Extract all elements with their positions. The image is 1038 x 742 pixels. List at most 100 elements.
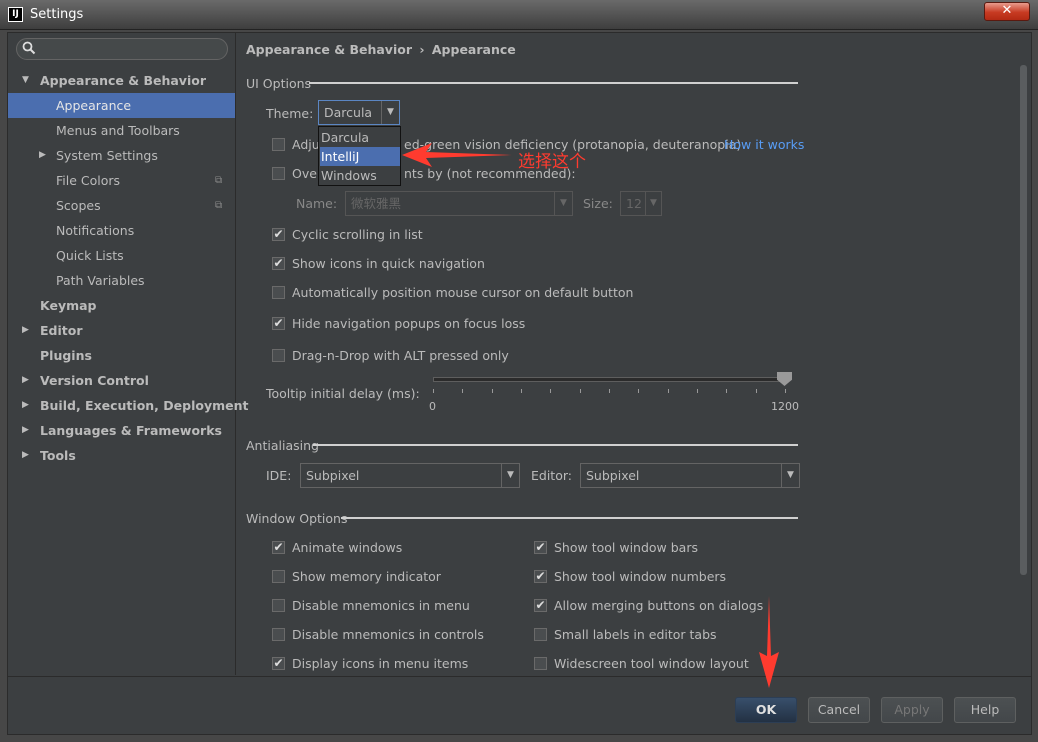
disable-mnemonics-controls-label: Disable mnemonics in controls bbox=[292, 627, 484, 642]
slider-tick bbox=[726, 389, 728, 393]
slider-min-label: 0 bbox=[429, 400, 436, 413]
show-memory-label: Show memory indicator bbox=[292, 569, 441, 584]
disable-mnemonics-menu-label: Disable mnemonics in menu bbox=[292, 598, 470, 613]
collapsed-arrow-icon[interactable]: ▶ bbox=[22, 450, 29, 460]
sidebar-item-system-settings[interactable]: System Settings bbox=[56, 143, 158, 168]
section-divider bbox=[313, 444, 798, 446]
disable-mnemonics-menu-checkbox[interactable] bbox=[272, 599, 285, 612]
theme-select-value: Darcula bbox=[324, 105, 373, 120]
font-name-select[interactable]: 微软雅黑 ▼ bbox=[345, 191, 573, 216]
sidebar-item-languages[interactable]: Languages & Frameworks bbox=[40, 418, 222, 443]
window-close-button[interactable]: ✕ bbox=[984, 2, 1030, 21]
sidebar-item-menus-toolbars[interactable]: Menus and Toolbars bbox=[56, 118, 180, 143]
help-button[interactable]: Help bbox=[954, 697, 1016, 723]
sidebar-item-file-colors[interactable]: File Colors bbox=[56, 168, 120, 193]
allow-merging-buttons-label: Allow merging buttons on dialogs bbox=[554, 598, 764, 613]
animate-windows-label: Animate windows bbox=[292, 540, 403, 555]
chevron-down-icon: ▼ bbox=[781, 464, 799, 487]
breadcrumb-parent: Appearance & Behavior bbox=[246, 42, 412, 57]
sidebar-item-tools[interactable]: Tools bbox=[40, 443, 76, 468]
sidebar-item-build[interactable]: Build, Execution, Deployment bbox=[40, 393, 248, 418]
section-divider bbox=[309, 82, 798, 84]
small-labels-tabs-label: Small labels in editor tabs bbox=[554, 627, 717, 642]
show-tool-window-bars-checkbox[interactable]: ✔ bbox=[534, 541, 547, 554]
slider-tick bbox=[697, 389, 698, 393]
animate-windows-checkbox[interactable]: ✔ bbox=[272, 541, 285, 554]
sidebar-item-path-variables[interactable]: Path Variables bbox=[56, 268, 145, 293]
display-icons-menu-checkbox[interactable]: ✔ bbox=[272, 657, 285, 670]
sidebar-item-appearance[interactable]: Appearance bbox=[8, 93, 235, 118]
theme-option-darcula[interactable]: Darcula bbox=[320, 128, 400, 147]
font-size-value: 12 bbox=[626, 196, 642, 211]
adjust-colors-checkbox[interactable] bbox=[272, 138, 285, 151]
vertical-scrollbar[interactable] bbox=[1020, 65, 1027, 575]
sidebar-item-appearance-behavior[interactable]: Appearance & Behavior bbox=[40, 68, 206, 93]
sidebar-item-scopes[interactable]: Scopes bbox=[56, 193, 101, 218]
apply-button[interactable]: Apply bbox=[881, 697, 943, 723]
slider-tick bbox=[638, 389, 640, 393]
cancel-button[interactable]: Cancel bbox=[808, 697, 870, 723]
theme-label: Theme: bbox=[266, 106, 314, 121]
show-memory-checkbox[interactable] bbox=[272, 570, 285, 583]
slider-tick bbox=[755, 389, 757, 393]
collapsed-arrow-icon[interactable]: ▶ bbox=[22, 325, 29, 335]
slider-tick bbox=[462, 389, 464, 393]
collapsed-arrow-icon[interactable]: ▶ bbox=[22, 425, 29, 435]
tooltip-delay-label: Tooltip initial delay (ms): bbox=[266, 386, 420, 401]
ide-antialiasing-label: IDE: bbox=[266, 468, 292, 483]
small-labels-tabs-checkbox[interactable] bbox=[534, 628, 547, 641]
override-fonts-checkbox[interactable] bbox=[272, 167, 285, 180]
annotation-text: 选择这个 bbox=[518, 152, 586, 172]
drag-n-drop-checkbox[interactable] bbox=[272, 349, 285, 362]
theme-option-intellij[interactable]: IntelliJ bbox=[320, 147, 400, 166]
display-icons-menu-label: Display icons in menu items bbox=[292, 656, 469, 671]
sidebar-item-plugins[interactable]: Plugins bbox=[40, 343, 92, 368]
expanded-arrow-icon[interactable]: ▼ bbox=[22, 75, 29, 85]
hide-nav-popups-checkbox[interactable]: ✔ bbox=[272, 317, 285, 330]
auto-position-cursor-checkbox[interactable] bbox=[272, 286, 285, 299]
collapsed-arrow-icon[interactable]: ▶ bbox=[22, 375, 29, 385]
allow-merging-buttons-checkbox[interactable]: ✔ bbox=[534, 599, 547, 612]
ide-antialiasing-select[interactable]: Subpixel ▼ bbox=[300, 463, 520, 488]
widescreen-layout-checkbox[interactable] bbox=[534, 657, 547, 670]
ok-button[interactable]: OK bbox=[735, 697, 797, 723]
show-tool-window-numbers-label: Show tool window numbers bbox=[554, 569, 727, 584]
font-name-value: 微软雅黑 bbox=[351, 196, 402, 211]
window-titlebar bbox=[0, 0, 1038, 30]
chevron-down-icon: ▼ bbox=[645, 192, 661, 215]
collapsed-arrow-icon[interactable]: ▶ bbox=[39, 150, 46, 160]
slider-tick bbox=[667, 389, 669, 393]
editor-antialiasing-select[interactable]: Subpixel ▼ bbox=[580, 463, 800, 488]
breadcrumb-current: Appearance bbox=[431, 42, 516, 57]
sidebar-item-notifications[interactable]: Notifications bbox=[56, 218, 134, 243]
sidebar-item-editor[interactable]: Editor bbox=[40, 318, 83, 343]
theme-dropdown-list: Darcula IntelliJ Windows bbox=[318, 126, 401, 186]
show-icons-nav-label: Show icons in quick navigation bbox=[292, 256, 485, 271]
font-size-label: Size: bbox=[583, 196, 613, 211]
cyclic-scrolling-checkbox[interactable]: ✔ bbox=[272, 228, 285, 241]
editor-antialiasing-value: Subpixel bbox=[586, 468, 640, 483]
font-size-select[interactable]: 12 ▼ bbox=[620, 191, 662, 216]
how-it-works-link[interactable]: How it works bbox=[724, 137, 804, 152]
disable-mnemonics-controls-checkbox[interactable] bbox=[272, 628, 285, 641]
sidebar-item-quick-lists[interactable]: Quick Lists bbox=[56, 243, 124, 268]
project-scope-icon: ⧉ bbox=[215, 175, 223, 186]
show-tool-window-bars-label: Show tool window bars bbox=[554, 540, 698, 555]
footer-divider bbox=[8, 676, 1032, 677]
chevron-down-icon: ▼ bbox=[381, 101, 399, 124]
tooltip-delay-slider[interactable] bbox=[433, 377, 787, 382]
breadcrumb: Appearance & Behavior › Appearance bbox=[246, 42, 516, 57]
settings-search-input[interactable] bbox=[16, 38, 228, 60]
theme-option-windows[interactable]: Windows bbox=[320, 166, 400, 185]
chevron-down-icon: ▼ bbox=[501, 464, 519, 487]
adjust-colors-label-start: Adju bbox=[292, 137, 320, 152]
sidebar-item-version-control[interactable]: Version Control bbox=[40, 368, 149, 393]
show-icons-nav-checkbox[interactable]: ✔ bbox=[272, 257, 285, 270]
theme-select[interactable]: Darcula ▼ bbox=[318, 100, 400, 125]
font-name-label: Name: bbox=[296, 196, 338, 211]
show-tool-window-numbers-checkbox[interactable]: ✔ bbox=[534, 570, 547, 583]
slider-max-label: 1200 bbox=[771, 400, 799, 413]
sidebar-item-keymap[interactable]: Keymap bbox=[40, 293, 97, 318]
collapsed-arrow-icon[interactable]: ▶ bbox=[22, 400, 29, 410]
slider-tick bbox=[550, 389, 552, 393]
